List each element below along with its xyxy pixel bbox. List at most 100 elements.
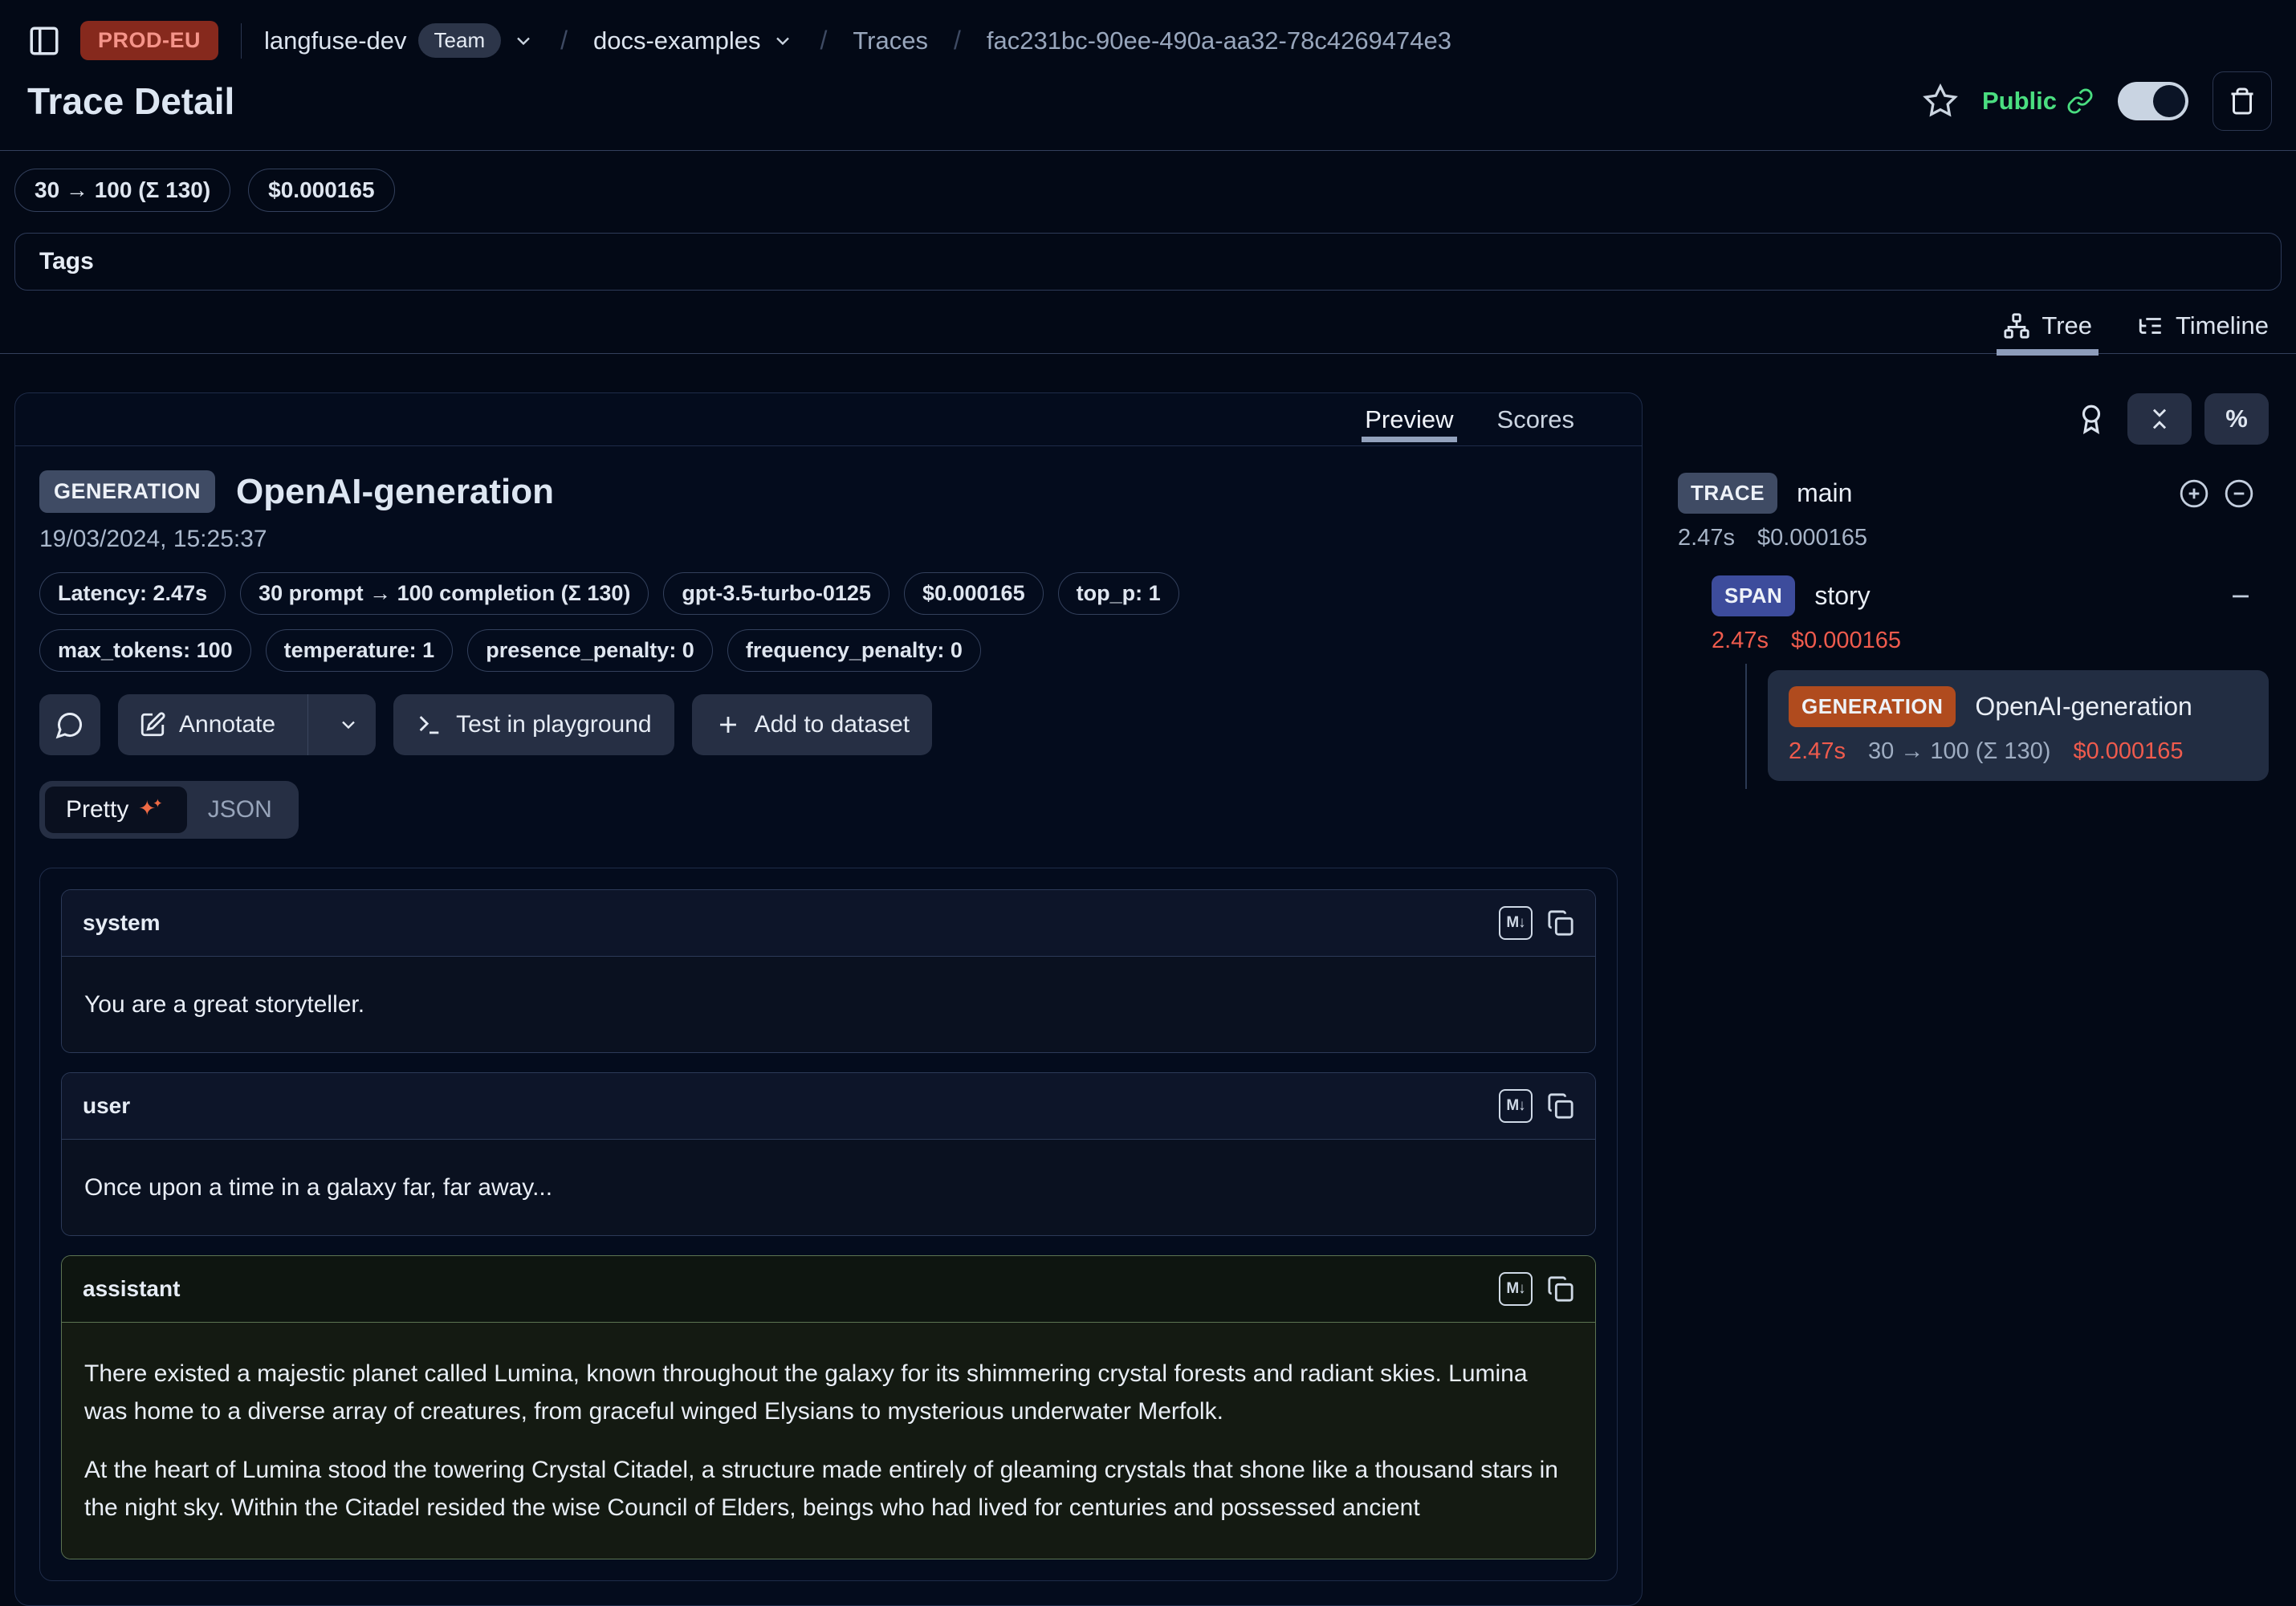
copy-icon[interactable] bbox=[1547, 909, 1574, 937]
message-content: You are a great storyteller. bbox=[62, 957, 1595, 1052]
io-container: system M↓ You are a great storyteller. u… bbox=[39, 868, 1618, 1581]
trace-cost: $0.000165 bbox=[1757, 525, 1867, 551]
tree-node-generation-selected[interactable]: GENERATION OpenAI-generation 2.47s 30 → … bbox=[1768, 670, 2269, 781]
format-pretty-segment[interactable]: Pretty ✦✦ bbox=[45, 787, 187, 833]
generation-metrics: 2.47s 30 → 100 (Σ 130) $0.000165 bbox=[1789, 738, 2248, 765]
project-name: docs-examples bbox=[593, 26, 760, 55]
topbar: PROD-EU langfuse-dev Team / docs-example… bbox=[0, 0, 2296, 60]
param-max-tokens-badge: max_tokens: 100 bbox=[39, 629, 251, 672]
generation-latency: 2.47s bbox=[1789, 738, 1846, 765]
observation-timestamp: 19/03/2024, 15:25:37 bbox=[39, 526, 1618, 553]
observation-actions: Annotate Test in playground Add to datas… bbox=[39, 694, 1618, 755]
copy-icon[interactable] bbox=[1547, 1092, 1574, 1120]
model-badge[interactable]: gpt-3.5-turbo-0125 bbox=[663, 572, 889, 615]
tab-timeline[interactable]: Timeline bbox=[2137, 311, 2269, 340]
chevron-down-icon[interactable] bbox=[512, 30, 535, 52]
active-tab-indicator bbox=[1362, 437, 1456, 442]
annotate-split-button: Annotate bbox=[118, 694, 376, 755]
toggle-metrics-button[interactable]: % bbox=[2204, 393, 2269, 445]
tab-timeline-label: Timeline bbox=[2176, 311, 2269, 340]
breadcrumb-project[interactable]: docs-examples bbox=[593, 26, 794, 55]
public-toggle[interactable] bbox=[2118, 82, 2188, 120]
trace-tree: TRACE main 2.47s $0.000165 SPAN bbox=[1678, 473, 2269, 781]
assistant-paragraph: There existed a majestic planet called L… bbox=[84, 1355, 1573, 1430]
observation-type-badge: GENERATION bbox=[39, 470, 215, 513]
cost-badge: $0.000165 bbox=[248, 169, 394, 212]
chevron-down-icon bbox=[337, 714, 360, 736]
timeline-icon bbox=[2137, 312, 2164, 339]
tree-panel-toolbar: % bbox=[1678, 392, 2269, 445]
bookmark-star-icon[interactable] bbox=[1923, 83, 1958, 119]
public-label: Public bbox=[1982, 87, 2057, 116]
param-presence-penalty-badge: presence_penalty: 0 bbox=[467, 629, 713, 672]
page-title: Trace Detail bbox=[27, 79, 234, 123]
chevron-down-icon[interactable] bbox=[771, 30, 794, 52]
observation-detail-card: Preview Scores GENERATION OpenAI-generat… bbox=[14, 392, 1643, 1606]
tab-tree[interactable]: Tree bbox=[2003, 311, 2092, 340]
add-to-dataset-button[interactable]: Add to dataset bbox=[692, 694, 932, 755]
generation-cost: $0.000165 bbox=[2073, 738, 2183, 765]
generation-tokens: 30 → 100 (Σ 130) bbox=[1868, 738, 2051, 765]
message-system: system M↓ You are a great storyteller. bbox=[61, 889, 1596, 1053]
annotate-dropdown-button[interactable] bbox=[321, 694, 376, 755]
tree-connector-line bbox=[1745, 664, 1747, 789]
markdown-toggle-icon[interactable]: M↓ bbox=[1499, 906, 1533, 940]
collapse-node-icon[interactable] bbox=[2227, 583, 2254, 610]
expand-all-icon[interactable] bbox=[2179, 478, 2209, 509]
award-icon[interactable] bbox=[2076, 404, 2107, 434]
markdown-toggle-icon[interactable]: M↓ bbox=[1499, 1089, 1533, 1123]
generation-name: OpenAI-generation bbox=[1975, 692, 2192, 722]
comment-button[interactable] bbox=[39, 694, 100, 755]
public-share-link[interactable]: Public bbox=[1982, 87, 2094, 116]
pretty-label: Pretty bbox=[66, 796, 128, 823]
span-type-badge: SPAN bbox=[1712, 575, 1795, 616]
token-usage-badge: 30 → 100 (Σ 130) bbox=[14, 169, 230, 212]
breadcrumb-separator: / bbox=[947, 26, 967, 55]
format-toggle: Pretty ✦✦ JSON bbox=[39, 781, 299, 839]
breadcrumb-traces-link[interactable]: Traces bbox=[853, 26, 928, 55]
trash-icon bbox=[2228, 87, 2257, 116]
message-role-label: system bbox=[83, 910, 161, 936]
tab-scores[interactable]: Scores bbox=[1497, 393, 1574, 445]
terminal-icon bbox=[416, 711, 443, 738]
message-user: user M↓ Once upon a time in a galaxy far… bbox=[61, 1072, 1596, 1236]
divider bbox=[307, 694, 308, 755]
add-to-dataset-label: Add to dataset bbox=[755, 711, 910, 738]
page-header: Trace Detail Public bbox=[0, 60, 2296, 151]
collapse-all-button[interactable] bbox=[2127, 393, 2192, 445]
test-in-playground-button[interactable]: Test in playground bbox=[393, 694, 674, 755]
annotate-label: Annotate bbox=[179, 711, 275, 738]
playground-label: Test in playground bbox=[456, 711, 652, 738]
delete-trace-button[interactable] bbox=[2213, 71, 2272, 131]
breadcrumb-trace-id: fac231bc-90ee-490a-aa32-78c4269474e3 bbox=[987, 26, 1451, 55]
tree-icon bbox=[2003, 312, 2030, 339]
tree-node-span[interactable]: SPAN story bbox=[1712, 575, 2269, 616]
format-json-segment[interactable]: JSON bbox=[187, 787, 293, 833]
tags-box[interactable]: Tags bbox=[14, 233, 2282, 291]
collapse-all-icon[interactable] bbox=[2224, 478, 2254, 509]
annotate-button[interactable]: Annotate bbox=[118, 694, 295, 755]
link-icon bbox=[2066, 87, 2094, 115]
observation-name: OpenAI-generation bbox=[236, 472, 554, 512]
param-frequency-penalty-badge: frequency_penalty: 0 bbox=[727, 629, 981, 672]
copy-icon[interactable] bbox=[1547, 1275, 1574, 1303]
message-content: Once upon a time in a galaxy far, far aw… bbox=[62, 1140, 1595, 1235]
tab-preview[interactable]: Preview bbox=[1365, 393, 1453, 445]
message-role-label: assistant bbox=[83, 1276, 180, 1302]
tree-node-trace[interactable]: TRACE main bbox=[1678, 473, 2269, 514]
cost-badge: $0.000165 bbox=[904, 572, 1044, 615]
fold-vertical-icon bbox=[2146, 405, 2173, 433]
generation-type-badge: GENERATION bbox=[1789, 686, 1956, 727]
markdown-toggle-icon[interactable]: M↓ bbox=[1499, 1272, 1533, 1306]
environment-badge: PROD-EU bbox=[80, 21, 218, 60]
sparkles-icon: ✦✦ bbox=[138, 798, 165, 819]
sidebar-toggle-icon[interactable] bbox=[27, 24, 61, 58]
view-tabs: Tree Timeline bbox=[0, 291, 2296, 354]
span-cost: $0.000165 bbox=[1791, 628, 1901, 654]
comment-icon bbox=[55, 710, 84, 739]
breadcrumb-org[interactable]: langfuse-dev Team bbox=[264, 23, 535, 58]
token-usage-badge: 30 prompt → 100 completion (Σ 130) bbox=[240, 572, 649, 615]
trace-type-badge: TRACE bbox=[1678, 473, 1777, 514]
active-tab-indicator bbox=[1997, 349, 2099, 356]
tab-tree-label: Tree bbox=[2042, 311, 2092, 340]
